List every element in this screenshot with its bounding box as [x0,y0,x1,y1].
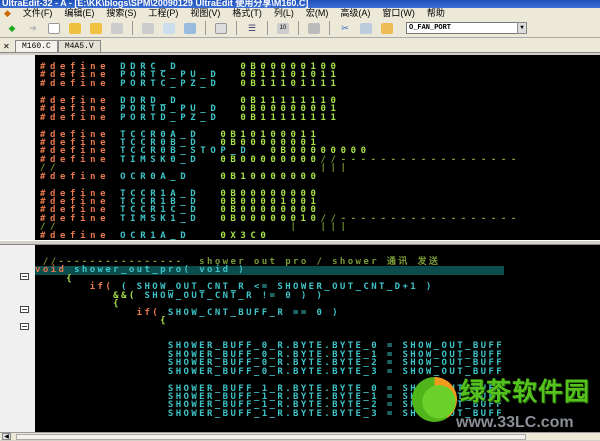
separator [298,21,299,35]
code-token-txt: shower_out_pro( void ) [74,265,247,276]
hex-mode-icon[interactable]: 10 [277,22,289,34]
code-token-txt: SHOW_CNT_BUFF_R == 0 ) [167,307,340,318]
forward-icon[interactable]: ➔ [27,23,39,34]
code-line: void shower_out_pro( void ) [35,265,505,276]
menu-item[interactable]: 工程(P) [148,8,178,18]
tab-m4a5-v[interactable]: M4A5.V [57,40,101,52]
code-token-id: PORTC_PZ_D [120,78,241,89]
app-icon[interactable]: ◆ [4,8,11,18]
function-list-dropdown[interactable]: O_FAN_PORT ▼ [406,22,527,34]
separator [329,21,330,35]
code-token-cmt: //------------------ [320,213,521,224]
watermark-logo-icon [412,377,457,422]
copy-icon[interactable] [360,22,372,34]
code-line: #define PORTC_PZ_D 0B11101111 [40,78,521,89]
close-icon[interactable]: ✕ [3,42,15,52]
code-token-id: OCR1A_D [120,230,221,240]
menu-item[interactable]: 格式(T) [232,8,262,18]
watermark-name: 绿茶软件园 [460,378,591,406]
print-preview-icon[interactable] [163,22,175,34]
code-line: { [35,316,504,327]
code-token-id: OCR0A_D [120,171,221,182]
word-wrap-icon[interactable]: ☰ [246,23,258,34]
menu-item[interactable]: 高级(A) [340,8,370,18]
menu-item[interactable]: 文件(F) [23,8,53,18]
code-token-val: 0B11111111 [240,112,341,123]
window-title: UltraEdit-32 - A - [E:\KK\blogs\SPM\2009… [2,0,309,8]
function-list-value: O_FAN_PORT [409,24,452,32]
back-icon[interactable]: ◆ [6,23,18,34]
new-file-icon[interactable] [48,22,60,34]
menu-item[interactable]: 列(L) [274,8,294,18]
code-token-cmt: //------------------ [320,154,521,165]
code-token-txt: SHOW_OUT_CNT_R != 0 ) ) [144,290,325,301]
line-gutter [0,55,35,240]
menu-item[interactable]: 视图(V) [190,8,220,18]
line-gutter [0,245,35,432]
watermark: 绿茶软件园 www.33LC.com [412,374,600,436]
title-bar: UltraEdit-32 - A - [E:\KK\blogs\SPM\2009… [0,0,600,8]
open-recent-icon[interactable] [90,22,102,34]
code-token-val: 0B10000000 [220,171,321,182]
fold-toggle-icon[interactable] [20,306,29,313]
save-icon[interactable] [111,22,123,34]
menu-bar: ◆ 文件(F) 编辑(E) 搜索(S) 工程(P) 视图(V) 格式(T) 列(L) 宏(M) 高… [0,8,600,19]
code-token-def: #define [40,112,121,123]
separator [236,21,237,35]
fold-toggle-icon[interactable] [20,273,29,280]
open-folder-icon[interactable] [69,22,81,34]
tab-m160-c[interactable]: M160.C [15,40,58,52]
spell-check-icon[interactable] [184,22,196,34]
menu-item[interactable]: 搜索(S) [106,8,136,18]
code-token-val: 0X3C0 [220,230,271,240]
watermark-url: www.33LC.com [456,414,574,431]
code-area[interactable]: #define DDRC_D 0B00000100 #define PORTC_P… [40,63,521,241]
code-token-def: #define [40,78,121,89]
menu-item[interactable]: 窗口(W) [382,8,415,18]
separator [267,21,268,35]
separator [205,21,206,35]
code-token-id: PORTD_PZ_D [120,112,241,123]
print-icon[interactable] [142,22,154,34]
separator [132,21,133,35]
menu-item[interactable]: 宏(M) [306,8,329,18]
menu-item[interactable]: 帮助 [427,8,445,18]
chevron-down-icon[interactable]: ▼ [517,22,527,34]
code-line: #define OCR1A_D 0X3C0 [40,230,521,240]
cut-icon[interactable]: ✂ [339,23,351,34]
editor-pane-top[interactable]: #define DDRC_D 0B00000100 #define PORTC_P… [0,55,600,240]
column-mode-icon[interactable] [308,22,320,34]
code-token-def: #define [40,171,121,182]
fold-toggle-icon[interactable] [20,323,29,330]
code-token-def: #define [40,230,121,240]
code-line: #define PORTD_PZ_D 0B11111111 [40,112,521,123]
code-token-op: { [35,316,168,327]
page-icon[interactable] [215,22,227,34]
scroll-left-icon[interactable]: ◀ [2,433,11,440]
paste-icon[interactable] [381,22,393,34]
toolbar: ◆ ➔ ☰ 10 ✂ O_FAN_PORT ▼ [0,19,600,38]
file-tabs: ✕ M160.C M4A5.V [0,38,600,53]
code-token-val: 0B11101111 [240,78,341,89]
menu-item[interactable]: 编辑(E) [64,8,94,18]
code-line: #define OCR0A_D 0B10000000 [40,171,521,182]
